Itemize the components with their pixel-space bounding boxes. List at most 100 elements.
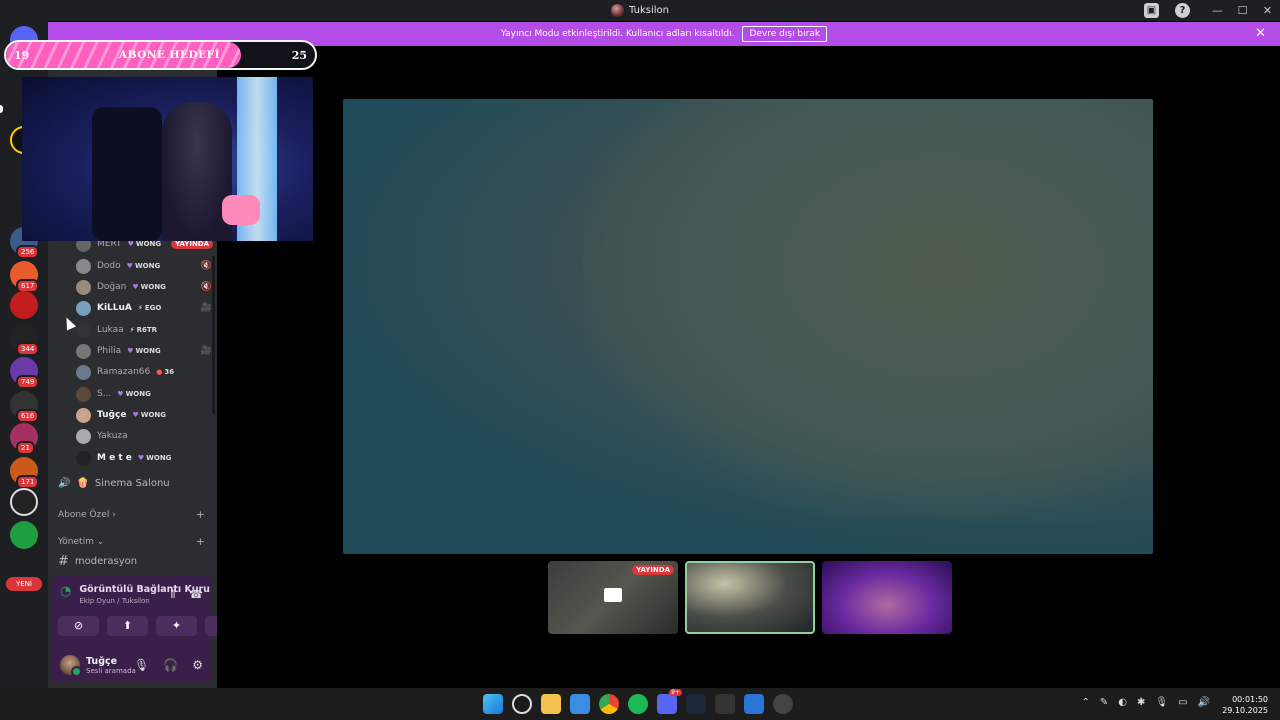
activities-button[interactable]: ✦ [156, 616, 197, 636]
badge: 344 [16, 342, 40, 356]
voice-user-tag: ⚡ R6TR [129, 326, 158, 334]
avatar[interactable] [60, 655, 82, 677]
server-icon[interactable]: 171 [10, 457, 40, 489]
minimize-icon[interactable]: — [1205, 4, 1230, 17]
voice-user-tag: ♥ WONG [132, 411, 167, 419]
clock[interactable]: 00:01:50 29.10.2025 [1222, 694, 1268, 716]
camera-thumbnail[interactable] [822, 561, 952, 634]
camera-off-button[interactable]: ⊘ [58, 616, 99, 636]
chrome-icon[interactable] [599, 694, 619, 714]
voice-user-name: Tuğçe [97, 410, 127, 420]
voice-user[interactable]: Doğan ♥ WONG 🔇 [76, 277, 216, 297]
badge: 256 [16, 245, 40, 259]
network-icon[interactable]: ◐ [1118, 697, 1127, 708]
voice-user[interactable]: Tuğçe ♥ WONG [76, 405, 216, 425]
voice-user[interactable]: M e t e ♥ WONG [76, 448, 216, 468]
start-icon[interactable] [483, 694, 503, 714]
user-controls: 🎙 🎧 ⚙ [134, 658, 203, 672]
server-icon[interactable] [10, 291, 38, 319]
maximize-icon[interactable]: ☐ [1230, 4, 1255, 17]
voice-user-tag: ♥ WONG [137, 454, 172, 462]
voice-user-name: KiLLuA [97, 303, 132, 313]
badge: 749 [16, 375, 40, 389]
mic-tray-icon[interactable]: 🎙 [1155, 697, 1168, 708]
voice-user-tag: ♥ WONG [117, 390, 151, 398]
soundboard-button[interactable]: ♪ [205, 616, 217, 636]
voice-user[interactable]: Philia ♥ WONG 🎥 [76, 341, 216, 361]
disconnect-icon[interactable]: ☎ [189, 588, 203, 602]
taskbar: 9+ ⌃ ✎ ◐ ✱ 🎙 ▭ 🔊 00:01:50 29.10.2025 [0, 688, 1280, 720]
voice-user[interactable]: Ramazan66 ● 36 [76, 362, 216, 382]
noise-suppression-icon[interactable]: ⦀ [170, 588, 175, 602]
main-stream-view[interactable] [343, 99, 1153, 554]
signal-icon[interactable]: ◔ [60, 584, 71, 599]
epic-icon[interactable] [715, 694, 735, 714]
share-screen-button[interactable]: ⬆ [107, 616, 148, 636]
volume-icon[interactable]: 🔊 [1198, 697, 1210, 708]
voice-user-name: Yakuza [97, 431, 128, 441]
server-icon[interactable]: 344 [10, 324, 40, 356]
category-management[interactable]: Yönetim ⌄ [58, 537, 104, 547]
folder-icon[interactable] [541, 694, 561, 714]
spotify-icon[interactable] [628, 694, 648, 714]
category-subscribers[interactable]: Abone Özel › [58, 510, 116, 520]
voice-user-name: Dodo [97, 261, 121, 271]
search-icon[interactable] [512, 694, 532, 714]
channel-moderation[interactable]: # moderasyon [58, 554, 137, 569]
window-title-group: Tuksilon [611, 4, 669, 17]
voice-user[interactable]: KiLLuA ⚡ EGO 🎥 [76, 298, 216, 318]
selected-pill [0, 105, 3, 113]
map-terrain [583, 99, 1153, 519]
add-channel-icon[interactable]: + [196, 508, 205, 521]
server-icon[interactable]: 617 [10, 261, 40, 293]
stream-thumbnail[interactable]: YAYINDA [548, 561, 678, 634]
speaker-icon: 🔊 [58, 478, 71, 489]
avatar [76, 386, 91, 402]
help-icon[interactable]: ? [1175, 3, 1190, 18]
goal-target: 25 [291, 49, 307, 62]
new-badge[interactable]: YENİ [6, 577, 42, 591]
camera-thumbnail[interactable] [685, 561, 815, 634]
server-icon[interactable]: 616 [10, 391, 40, 423]
disable-streamer-mode-button[interactable]: Devre dışı bırak [742, 26, 828, 42]
steam-icon[interactable] [686, 694, 706, 714]
chevron-up-icon[interactable]: ⌃ [1081, 697, 1089, 708]
microphone-prop [222, 195, 260, 225]
server-icon[interactable] [10, 488, 38, 516]
scrollbar[interactable] [212, 256, 215, 414]
display-icon[interactable]: ▭ [1178, 697, 1187, 708]
channel-cinema[interactable]: 🔊 🍿 Sinema Salonu [58, 478, 170, 489]
voice-user[interactable]: Dodo ♥ WONG 🔇 [76, 256, 216, 276]
subscriber-goal-bar: 19 ABONE HEDEFİ 25 [4, 40, 317, 70]
headphones-icon[interactable]: 🎧 [163, 658, 178, 672]
titlebar-tools: ▣ ? [1144, 3, 1190, 18]
photos-icon[interactable] [570, 694, 590, 714]
voice-user-tag: ♥ WONG [132, 283, 166, 291]
add-channel-icon[interactable]: + [196, 535, 205, 548]
close-notice-icon[interactable]: ✕ [1255, 26, 1266, 41]
app-icon[interactable] [773, 694, 793, 714]
inbox-icon[interactable]: ▣ [1144, 3, 1159, 18]
pen-icon[interactable]: ✎ [1100, 697, 1108, 708]
battlenet-icon[interactable] [744, 694, 764, 714]
user-status: Sesli aramada [86, 666, 136, 675]
deafened-icon: 🔇 [200, 282, 212, 292]
discord-icon[interactable]: 9+ [657, 689, 682, 714]
voice-user[interactable]: Yakuza [76, 426, 216, 446]
clock-date: 29.10.2025 [1222, 706, 1268, 715]
voice-user-name: Ramazan66 [97, 367, 151, 377]
microphone-icon[interactable]: 🎙 [134, 658, 149, 672]
window-controls: — ☐ ✕ [1205, 0, 1280, 21]
badge: 616 [16, 409, 40, 423]
channel-name: moderasyon [74, 556, 138, 567]
server-icon[interactable]: 749 [10, 357, 40, 389]
voice-user[interactable]: Lukaa ⚡ R6TR [76, 320, 216, 340]
server-avatar-icon [611, 4, 625, 17]
voice-user[interactable]: S... ♥ WONG [76, 384, 216, 404]
bluetooth-icon[interactable]: ✱ [1137, 697, 1145, 708]
close-window-icon[interactable]: ✕ [1255, 4, 1280, 17]
settings-icon[interactable]: ⚙ [192, 658, 203, 672]
server-icon[interactable]: 21 [10, 423, 38, 455]
avatar [76, 343, 91, 359]
server-icon[interactable] [10, 521, 38, 549]
